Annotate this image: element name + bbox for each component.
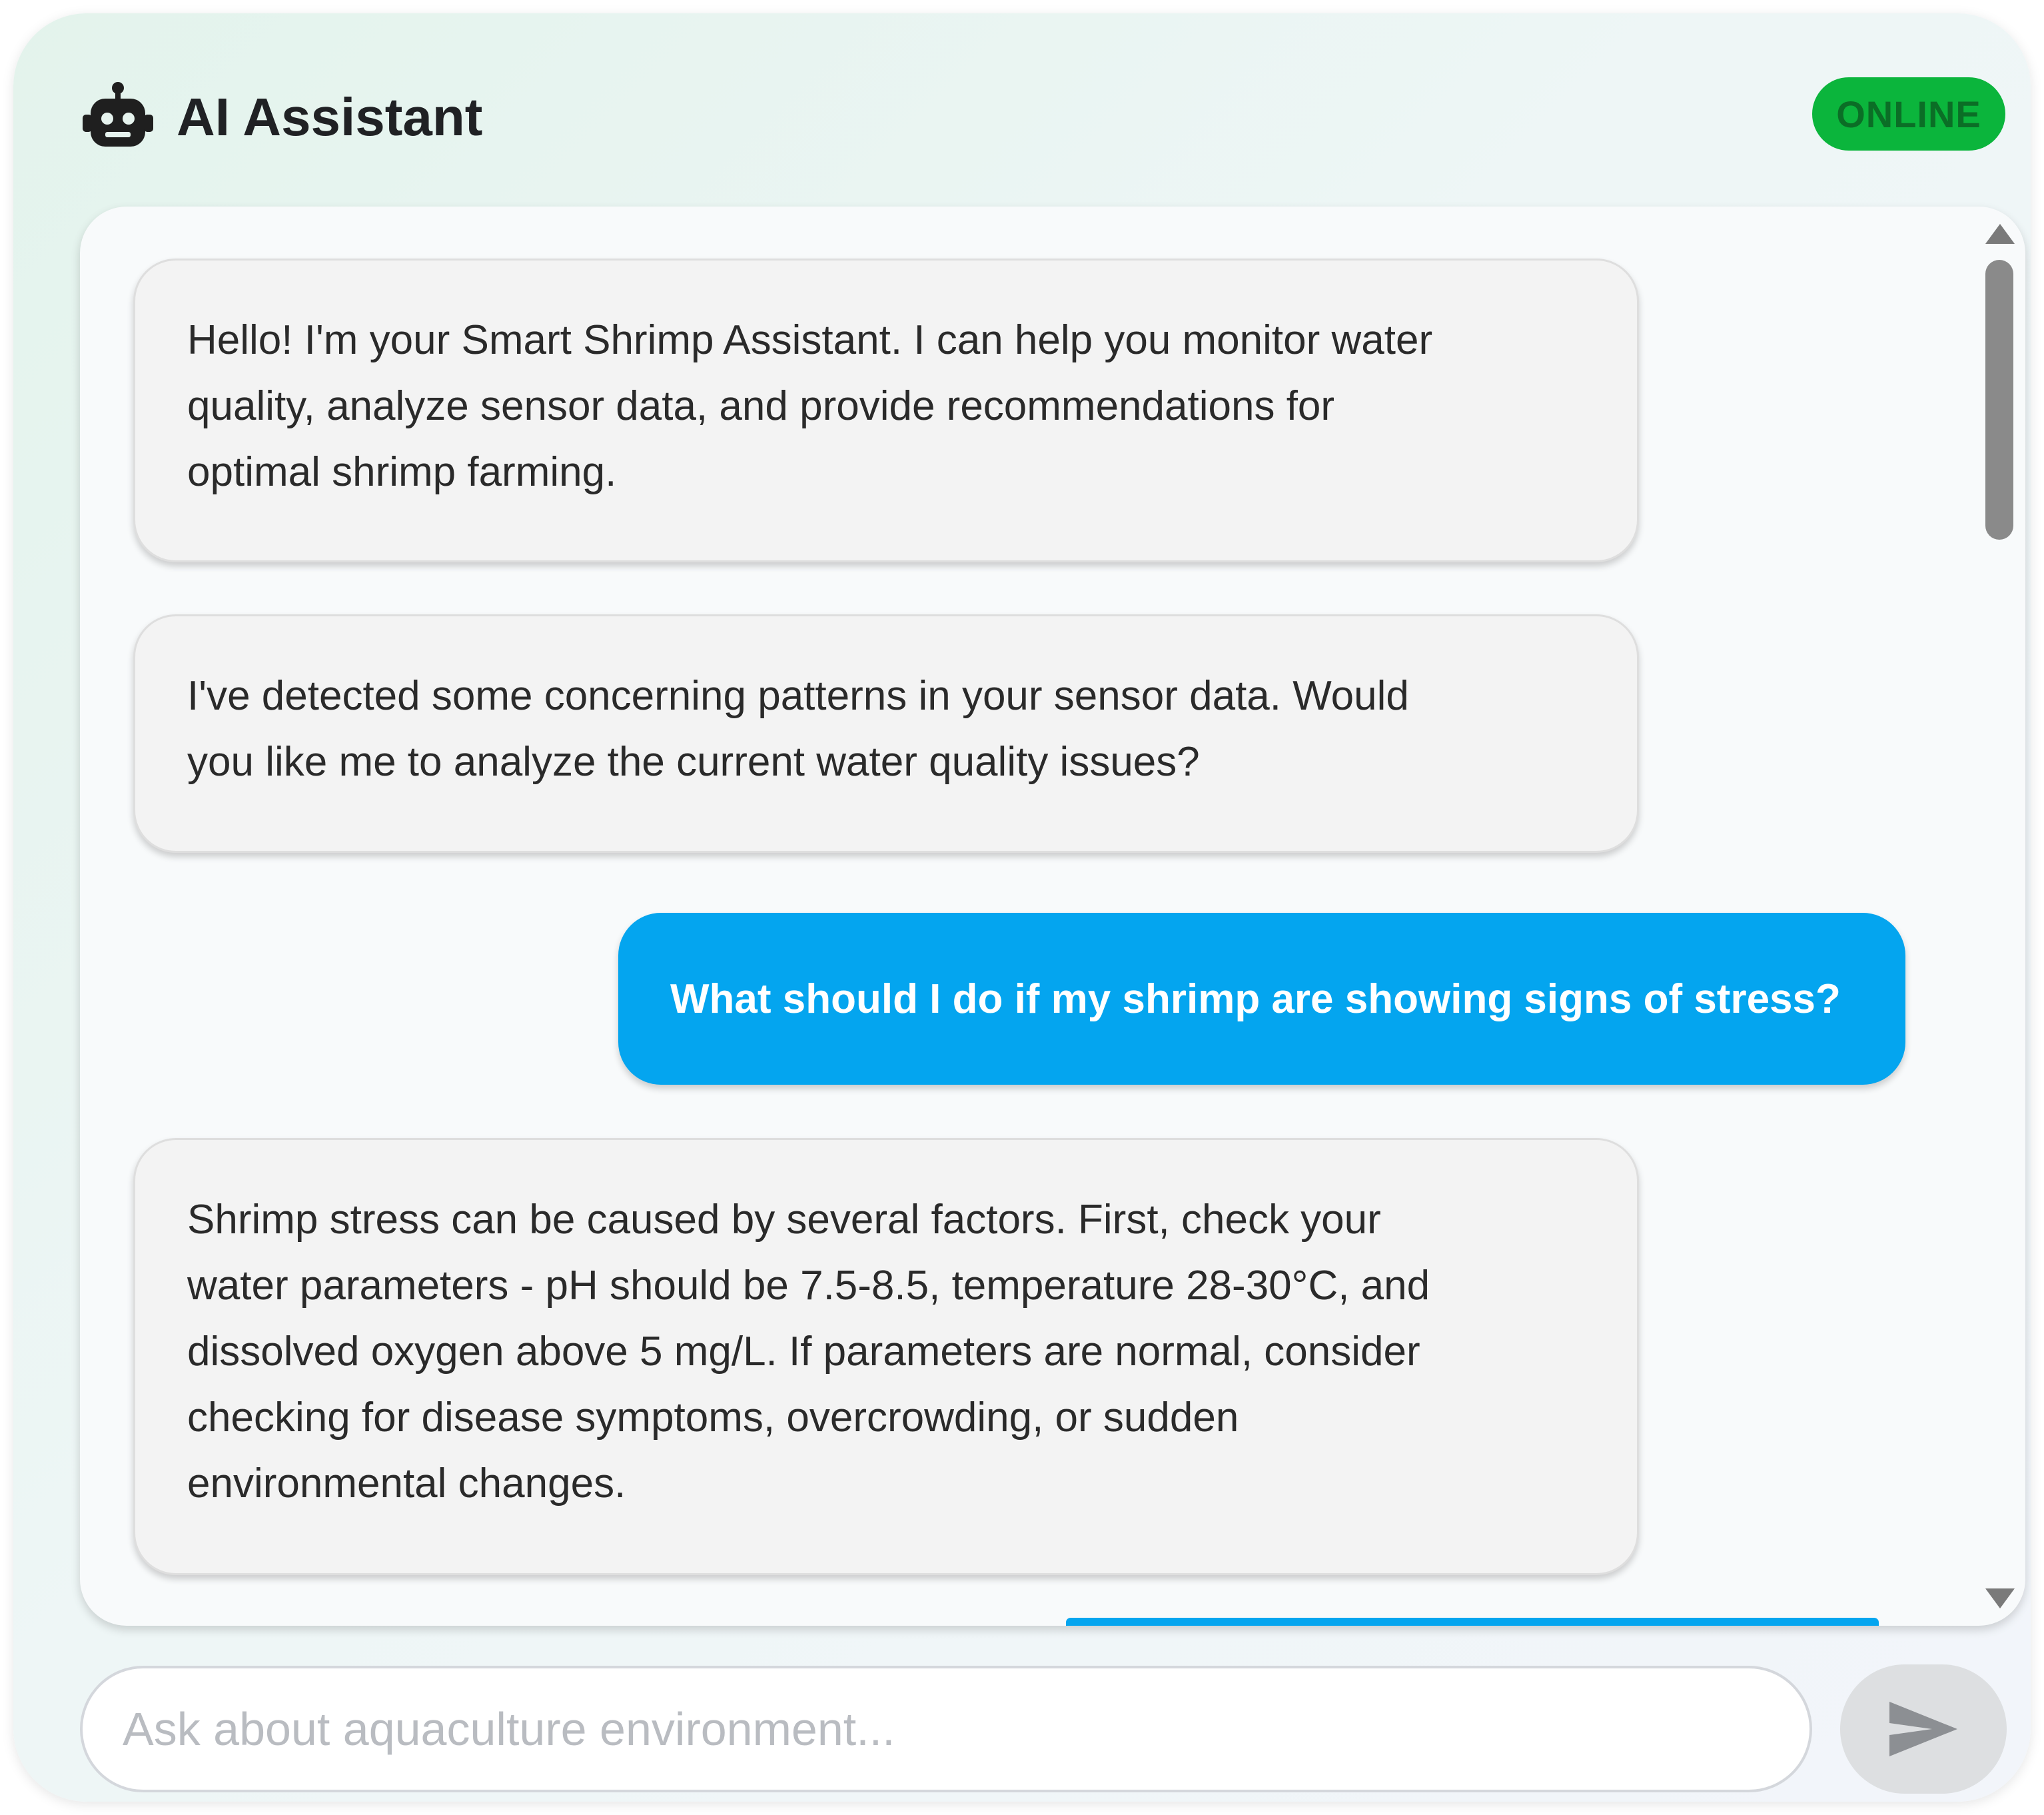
scrollbar-thumb[interactable] bbox=[1985, 260, 2013, 540]
user-message: What should I do if my shrimp are showin… bbox=[618, 913, 1905, 1085]
robot-icon bbox=[83, 82, 153, 147]
assistant-message: I've detected some concerning patterns i… bbox=[133, 614, 1639, 853]
chat-input[interactable] bbox=[80, 1666, 1812, 1792]
scroll-up-arrow-icon[interactable] bbox=[1985, 224, 2015, 244]
scrollbar[interactable] bbox=[1972, 207, 2025, 1626]
chat-messages-area[interactable]: Hello! I'm your Smart Shrimp Assistant. … bbox=[80, 207, 2025, 1626]
assistant-message: Shrimp stress can be caused by several f… bbox=[133, 1138, 1639, 1575]
page-title: AI Assistant bbox=[177, 87, 483, 147]
scroll-down-arrow-icon[interactable] bbox=[1985, 1588, 2015, 1608]
chat-panel: AI Assistant ONLINE Hello! I'm your Smar… bbox=[13, 13, 2031, 1802]
assistant-message: Hello! I'm your Smart Shrimp Assistant. … bbox=[133, 259, 1639, 562]
message-list: Hello! I'm your Smart Shrimp Assistant. … bbox=[80, 207, 1972, 1626]
chat-header: AI Assistant ONLINE bbox=[13, 13, 2031, 213]
send-button[interactable] bbox=[1840, 1664, 2007, 1794]
status-badge: ONLINE bbox=[1812, 77, 2005, 151]
user-message-partial bbox=[1066, 1618, 1879, 1626]
send-icon bbox=[1889, 1702, 1957, 1756]
